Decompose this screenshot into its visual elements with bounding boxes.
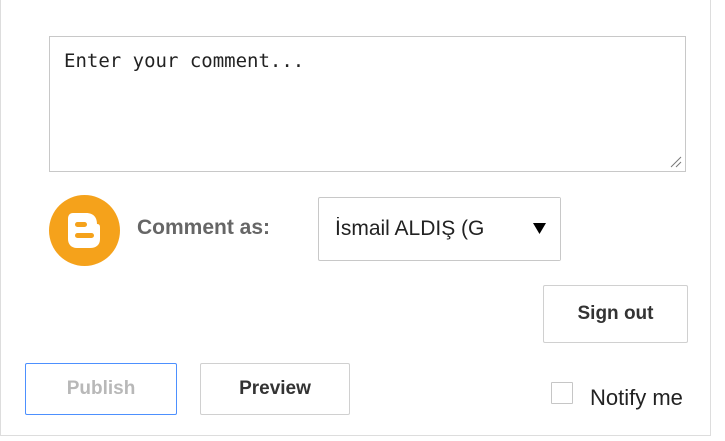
identity-select-value: İsmail ALDIŞ (G — [335, 217, 485, 240]
identity-select[interactable]: İsmail ALDIŞ (G — [318, 197, 561, 261]
comment-input[interactable] — [50, 37, 685, 171]
dropdown-arrow-icon[interactable] — [520, 198, 560, 260]
resize-grip-icon[interactable] — [668, 154, 682, 168]
preview-button[interactable]: Preview — [200, 363, 350, 415]
publish-button[interactable]: Publish — [25, 363, 177, 415]
notify-me-label[interactable]: Notify me — [590, 385, 683, 411]
sign-out-button[interactable]: Sign out — [543, 285, 688, 343]
notify-me-option[interactable]: Notify me — [551, 374, 683, 411]
comment-form: Comment as: İsmail ALDIŞ (G Sign out Pub… — [0, 0, 711, 436]
comment-as-label: Comment as: — [137, 216, 271, 239]
blogger-logo-icon — [49, 195, 120, 266]
comment-box — [49, 36, 686, 172]
notify-me-checkbox[interactable] — [551, 381, 573, 404]
